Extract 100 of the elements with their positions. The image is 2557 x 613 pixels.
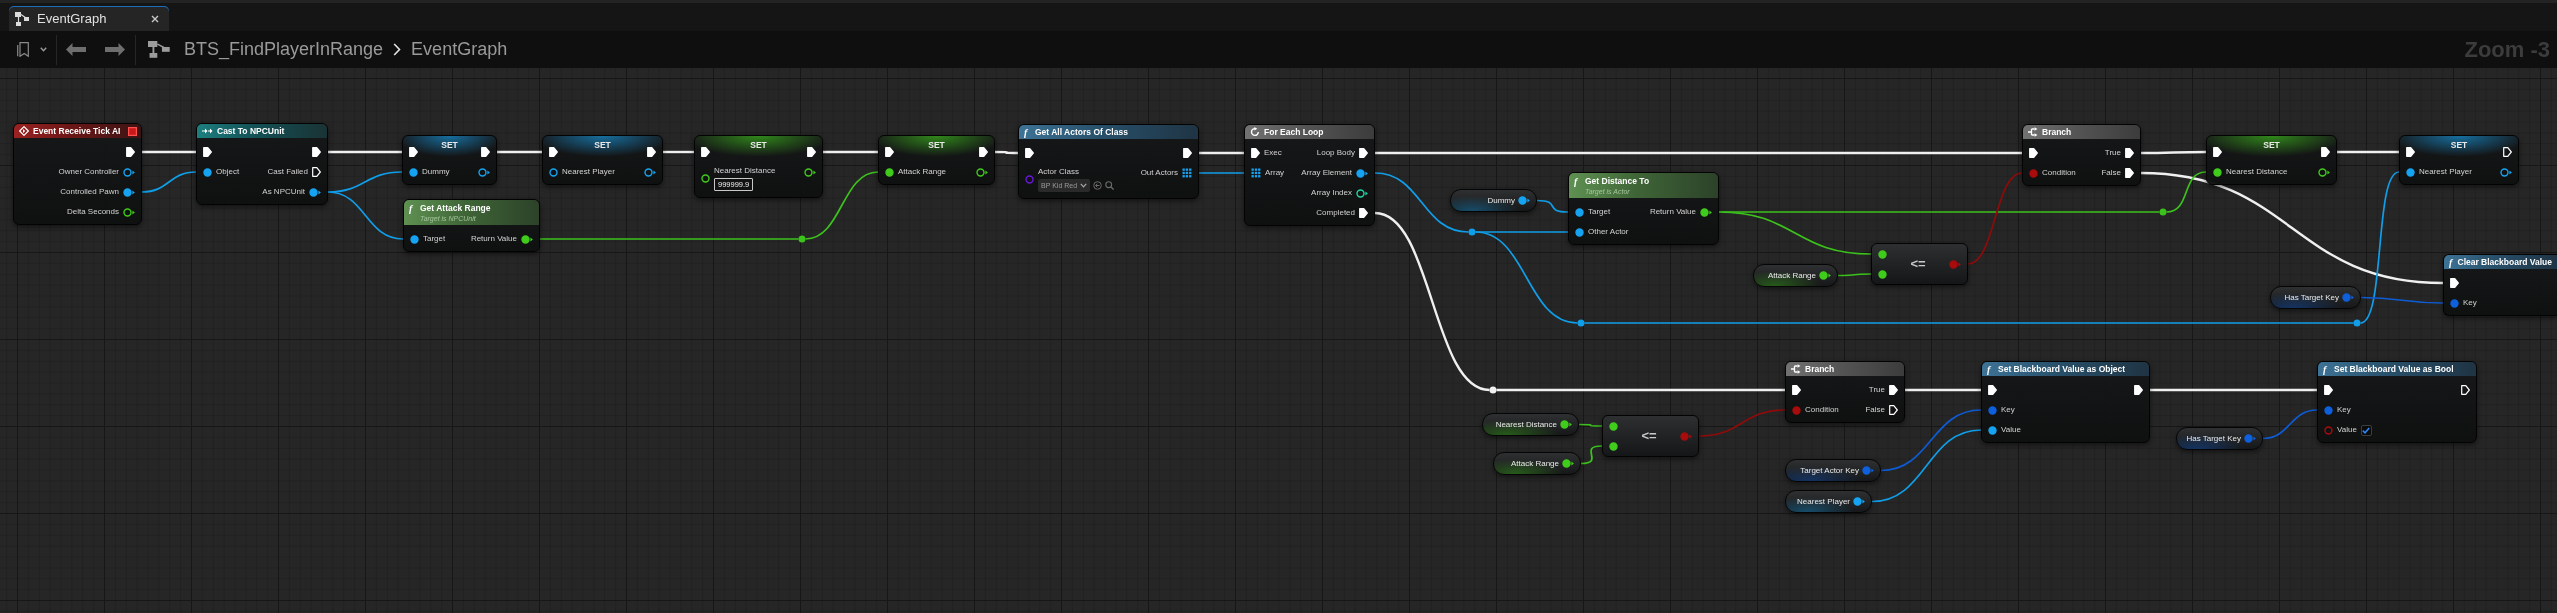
exec-pin-icon[interactable] (2503, 147, 2512, 157)
data-pin-icon[interactable] (1356, 188, 1368, 198)
exec-pin-icon[interactable] (647, 147, 656, 157)
exec-pin-icon[interactable] (312, 167, 321, 177)
array-pin-icon[interactable] (1251, 168, 1261, 178)
exec-pin-icon[interactable] (2324, 385, 2333, 395)
exec-pin-icon[interactable] (2406, 147, 2415, 157)
data-pin-icon[interactable] (2318, 167, 2330, 177)
data-pin-icon[interactable] (478, 167, 490, 177)
checkbox[interactable] (2360, 424, 2372, 436)
data-pin-icon[interactable] (1878, 269, 1887, 279)
data-pin-icon[interactable] (409, 167, 418, 177)
data-wire (1578, 423, 1603, 427)
data-pin-icon[interactable] (1562, 459, 1574, 468)
exec-pin-icon[interactable] (2450, 278, 2459, 288)
reroute-dot-icon[interactable] (2159, 208, 2167, 216)
node-title: SET (593, 139, 612, 151)
exec-wire (2337, 150, 2399, 154)
data-pin-icon[interactable] (309, 187, 321, 197)
exec-pin-icon[interactable] (2125, 168, 2134, 178)
arrow-circle-icon[interactable] (1093, 181, 1103, 190)
exec-pin-icon[interactable] (885, 147, 894, 157)
data-pin-icon[interactable] (1988, 425, 1997, 435)
exec-pin-icon[interactable] (2125, 148, 2134, 158)
pin-label: Target (423, 234, 446, 244)
reroute-dot-icon[interactable] (1468, 228, 1476, 236)
data-pin-icon[interactable] (701, 174, 710, 183)
reroute-dot-icon[interactable] (1577, 319, 1585, 327)
reroute-dot-icon[interactable] (798, 235, 806, 243)
exec-pin-icon[interactable] (1889, 385, 1898, 395)
data-pin-icon[interactable] (1560, 420, 1572, 429)
variable-name: Target Actor Key (1800, 465, 1859, 476)
data-pin-icon[interactable] (1700, 207, 1712, 217)
reroute-dot-icon[interactable] (1489, 386, 1497, 394)
left-arrow-icon[interactable] (66, 43, 86, 56)
data-pin-icon[interactable] (1575, 227, 1584, 237)
reroute-dot-icon[interactable] (2353, 319, 2361, 327)
pin-label: True (2104, 148, 2121, 158)
data-pin-icon[interactable] (1609, 441, 1618, 451)
caret-icon[interactable] (40, 47, 47, 52)
data-pin-icon[interactable] (2500, 167, 2512, 177)
operator-symbol: <= (1910, 257, 1926, 271)
exec-pin-icon[interactable] (481, 147, 490, 157)
exec-pin-icon[interactable] (126, 147, 135, 157)
exec-pin-icon[interactable] (2321, 147, 2330, 157)
exec-pin-icon[interactable] (2134, 385, 2143, 395)
data-pin-icon[interactable] (123, 187, 135, 197)
exec-pin-icon[interactable] (1889, 405, 1898, 415)
exec-pin-icon[interactable] (1251, 148, 1260, 158)
tab[interactable]: EventGraph (9, 6, 169, 31)
exec-pin-icon[interactable] (2213, 147, 2222, 157)
data-pin-icon[interactable] (549, 167, 558, 177)
node-title: SET (749, 139, 768, 151)
data-wire (2165, 171, 2207, 213)
data-pin-icon[interactable] (976, 167, 988, 177)
breadcrumb-link[interactable]: EventGraph (411, 39, 508, 60)
function-icon: f (2323, 363, 2330, 375)
close-icon[interactable] (151, 14, 159, 23)
data-pin-icon[interactable] (1819, 271, 1831, 280)
data-pin-icon[interactable] (123, 167, 135, 177)
exec-pin-icon[interactable] (701, 147, 710, 157)
exec-pin-icon[interactable] (807, 147, 816, 157)
exec-pin-icon[interactable] (2461, 385, 2470, 395)
data-pin-icon[interactable] (123, 207, 135, 217)
square-pin-icon[interactable] (128, 126, 138, 136)
exec-wire (663, 150, 694, 154)
exec-pin-icon[interactable] (2029, 148, 2038, 158)
data-wire (1198, 172, 1245, 174)
exec-pin-icon[interactable] (1792, 385, 1801, 395)
data-pin-icon[interactable] (1518, 196, 1530, 205)
data-pin-icon[interactable] (1878, 249, 1887, 259)
bookmark-icon[interactable] (17, 42, 29, 57)
exec-pin-icon[interactable] (1025, 148, 1034, 158)
exec-pin-icon[interactable] (409, 147, 418, 157)
data-pin-icon[interactable] (804, 167, 816, 177)
data-pin-icon[interactable] (644, 167, 656, 177)
exec-pin-icon[interactable] (1359, 148, 1368, 158)
exec-pin-icon[interactable] (1183, 148, 1192, 158)
data-pin-icon[interactable] (203, 167, 212, 177)
data-pin-icon[interactable] (1853, 497, 1865, 506)
data-pin-icon[interactable] (2213, 167, 2222, 177)
exec-pin-icon[interactable] (1988, 385, 1997, 395)
breadcrumb-link[interactable]: BTS_FindPlayerInRange (184, 39, 384, 60)
search-icon[interactable] (1105, 181, 1115, 190)
data-pin-icon[interactable] (885, 167, 894, 177)
right-arrow-icon[interactable] (105, 43, 125, 56)
node-title: Set Blackboard Value as Object (1998, 363, 2126, 375)
exec-pin-icon[interactable] (203, 147, 212, 157)
data-pin-icon[interactable] (2406, 167, 2415, 177)
node-graph-icon (148, 41, 170, 58)
exec-pin-icon[interactable] (312, 147, 321, 157)
data-pin-icon[interactable] (410, 234, 419, 244)
exec-pin-icon[interactable] (549, 147, 558, 157)
data-pin-icon[interactable] (1575, 207, 1584, 217)
exec-pin-icon[interactable] (979, 147, 988, 157)
data-pin-icon[interactable] (521, 234, 533, 244)
exec-pin-icon[interactable] (1359, 208, 1368, 218)
array-pin-icon[interactable] (1182, 168, 1192, 178)
data-pin-icon[interactable] (1356, 168, 1368, 178)
data-pin-icon[interactable] (1609, 421, 1618, 431)
